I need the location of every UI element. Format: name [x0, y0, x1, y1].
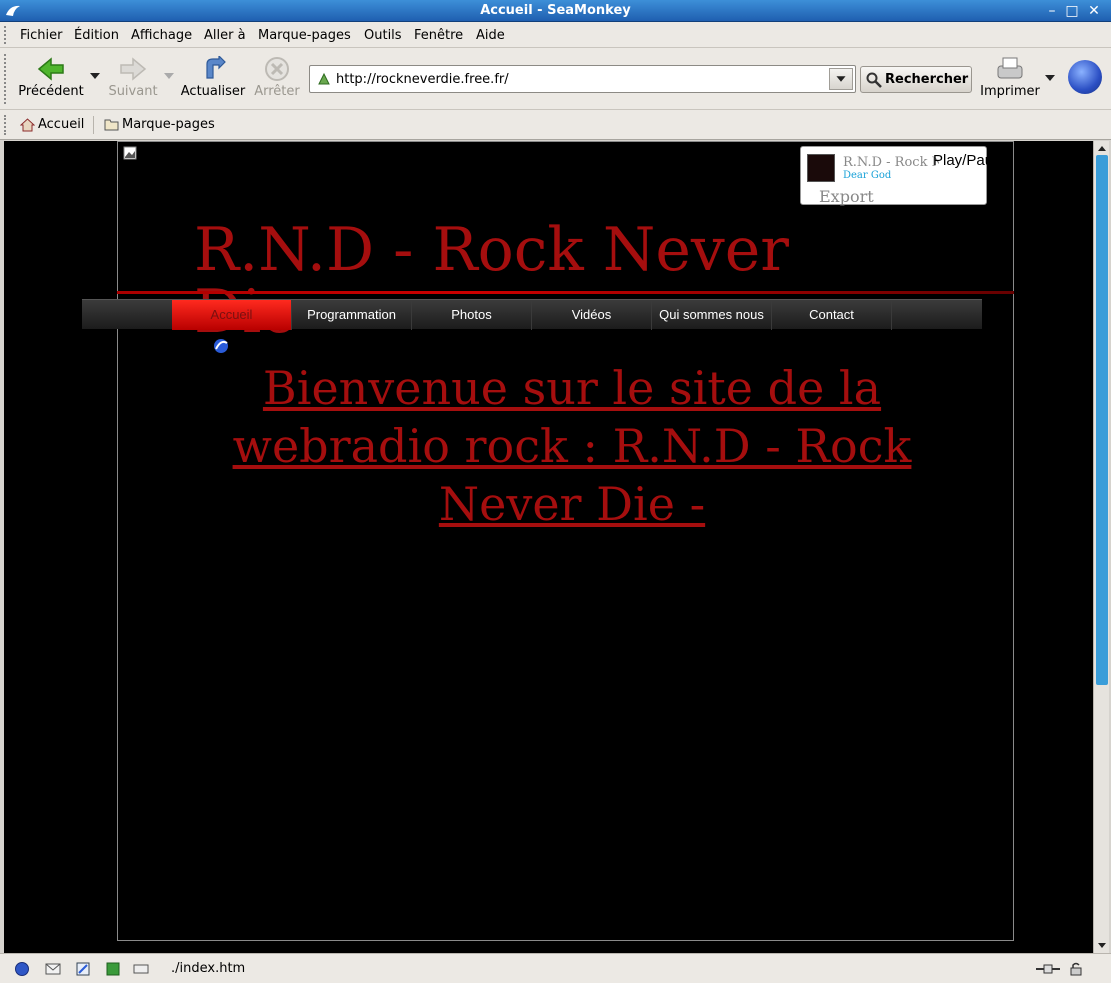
url-bar[interactable]	[309, 65, 856, 93]
minimize-button[interactable]: –	[1044, 3, 1060, 19]
nav-photos[interactable]: Photos	[412, 300, 532, 330]
site-nav: Accueil Programmation Photos Vidéos Qui …	[82, 299, 982, 330]
forward-history-dropdown-icon[interactable]	[164, 72, 174, 80]
magnifier-icon	[866, 72, 882, 88]
menubar: Fichier Édition Affichage Aller à Marque…	[0, 22, 1111, 48]
menu-fenetre[interactable]: Fenêtre	[414, 28, 463, 43]
reload-button[interactable]: Actualiser	[178, 52, 248, 106]
station-cover-image	[807, 154, 835, 182]
forward-arrow-icon	[120, 57, 147, 81]
home-icon	[20, 118, 35, 132]
back-arrow-icon	[37, 57, 64, 81]
toolbar-grip[interactable]	[4, 54, 8, 104]
stop-icon	[265, 57, 289, 81]
blue-swirl-icon	[214, 339, 228, 353]
navigator-icon[interactable]	[14, 961, 30, 977]
nav-programmation[interactable]: Programmation	[292, 300, 412, 330]
search-label: Rechercher	[885, 72, 969, 87]
menu-edition[interactable]: Édition	[74, 28, 119, 43]
current-song: Dear God	[843, 170, 892, 181]
bookmarks-label: Marque-pages	[122, 117, 215, 132]
status-text: ./index.htm	[171, 961, 246, 976]
bookmarks-menu[interactable]: Marque-pages	[104, 117, 215, 132]
home-link[interactable]: Accueil	[20, 117, 84, 132]
nav-videos[interactable]: Vidéos	[532, 300, 652, 330]
chevron-down-icon	[836, 76, 846, 82]
print-dropdown-icon[interactable]	[1045, 74, 1055, 82]
search-button[interactable]: Rechercher	[860, 66, 972, 93]
export-link[interactable]: Export	[807, 187, 874, 206]
page-favicon-icon	[318, 72, 330, 85]
stop-button[interactable]: Arrêter	[242, 52, 312, 106]
play-pause-button[interactable]: Play/Pause	[933, 152, 1009, 169]
back-button[interactable]: Précédent	[16, 52, 86, 106]
menu-fichier[interactable]: Fichier	[20, 28, 63, 43]
seamonkey-logo-icon[interactable]	[1068, 60, 1102, 94]
menu-aller-a[interactable]: Aller à	[204, 28, 246, 43]
chat-icon[interactable]	[133, 961, 149, 977]
mail-icon[interactable]	[45, 961, 61, 977]
print-label: Imprimer	[980, 84, 1040, 99]
menu-marque-pages[interactable]: Marque-pages	[258, 28, 351, 43]
address-book-icon[interactable]	[105, 961, 121, 977]
print-button[interactable]: Imprimer	[975, 52, 1045, 106]
forward-button[interactable]: Suivant	[98, 52, 168, 106]
status-bar: ./index.htm	[0, 953, 1111, 983]
online-status-icon[interactable]	[1035, 961, 1061, 977]
page-viewport: R.N.D - Rock Never Die - Accueil Program…	[4, 141, 1093, 953]
stop-label: Arrêter	[254, 84, 300, 99]
personal-toolbar: Accueil Marque-pages	[0, 110, 1111, 140]
nav-qui-sommes-nous[interactable]: Qui sommes nous	[652, 300, 772, 330]
scroll-thumb[interactable]	[1096, 155, 1108, 685]
radio-player[interactable]: R.N.D - Rock Never Die Dear God Play/Pau…	[800, 146, 1009, 206]
window-titlebar: Accueil - SeaMonkey – □ ✕	[0, 0, 1111, 22]
reload-icon	[206, 56, 226, 79]
toolbar-grip[interactable]	[4, 26, 8, 44]
close-button[interactable]: ✕	[1086, 3, 1102, 19]
menu-aide[interactable]: Aide	[476, 28, 505, 43]
nav-accueil[interactable]: Accueil	[172, 300, 292, 330]
maximize-button[interactable]: □	[1064, 3, 1080, 19]
station-name: R.N.D - Rock Never Die	[843, 155, 939, 170]
folder-icon	[104, 119, 119, 131]
url-input[interactable]	[336, 69, 826, 89]
toolbar-separator	[93, 116, 94, 134]
welcome-heading[interactable]: Bienvenue sur le site de la webradio roc…	[187, 359, 957, 533]
security-lock-icon[interactable]	[1068, 961, 1084, 977]
home-label: Accueil	[38, 117, 85, 132]
scroll-up-icon[interactable]	[1094, 141, 1110, 155]
vertical-scrollbar[interactable]	[1093, 141, 1109, 953]
forward-label: Suivant	[108, 84, 158, 99]
printer-icon	[997, 57, 1023, 79]
broken-image-icon	[123, 146, 137, 160]
window-title: Accueil - SeaMonkey	[480, 3, 631, 18]
toolbar-grip[interactable]	[4, 115, 8, 135]
scroll-down-icon[interactable]	[1094, 939, 1110, 953]
url-history-dropdown[interactable]	[829, 68, 853, 90]
nav-contact[interactable]: Contact	[772, 300, 892, 330]
composer-icon[interactable]	[75, 961, 91, 977]
back-label: Précédent	[18, 84, 84, 99]
menu-outils[interactable]: Outils	[364, 28, 402, 43]
export-label: Export	[819, 187, 874, 206]
reload-label: Actualiser	[180, 84, 246, 99]
menu-affichage[interactable]: Affichage	[131, 28, 192, 43]
header-divider	[117, 291, 1014, 294]
